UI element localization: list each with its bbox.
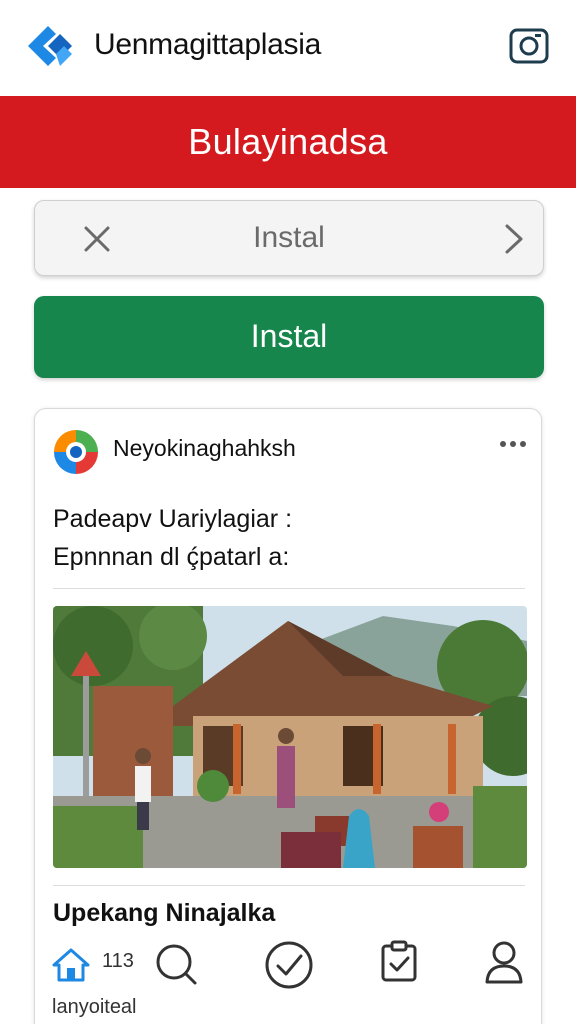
banner-text: Bulayinadsa: [188, 121, 388, 162]
user-icon[interactable]: [484, 940, 524, 984]
footer-label: lanyoiteal: [52, 996, 137, 1018]
camera-icon[interactable]: [508, 24, 550, 66]
check-circle-icon[interactable]: [264, 940, 314, 990]
search-icon[interactable]: [154, 942, 198, 986]
home-icon[interactable]: [52, 948, 90, 982]
app-header: Uenmagittaplasia: [0, 0, 576, 94]
divider: [53, 588, 525, 589]
install-outline-button[interactable]: Instal: [34, 200, 544, 276]
home-count: 113: [102, 950, 134, 972]
avatar[interactable]: [53, 429, 99, 475]
clipboard-check-icon[interactable]: [380, 940, 418, 982]
promo-banner[interactable]: Bulayinadsa: [0, 96, 576, 188]
post-photo[interactable]: [53, 606, 527, 868]
more-icon[interactable]: [499, 439, 527, 449]
post-title[interactable]: Upekang Ninajalka: [53, 899, 275, 928]
post-text-line-2: Epnnnan dl ḉpatarl a:: [53, 543, 290, 571]
chevron-right-icon[interactable]: [501, 223, 527, 255]
divider: [53, 885, 525, 886]
app-title: Uenmagittaplasia: [94, 28, 321, 61]
install-button-label: Instal: [250, 318, 328, 354]
post-author[interactable]: Neyokinaghahksh: [113, 435, 296, 462]
install-outline-label: Instal: [253, 221, 325, 254]
app-logo-icon[interactable]: [26, 24, 74, 68]
install-button[interactable]: Instal: [34, 296, 544, 378]
post-text-line-1: Padeapv Uariylagiar :: [53, 505, 293, 533]
